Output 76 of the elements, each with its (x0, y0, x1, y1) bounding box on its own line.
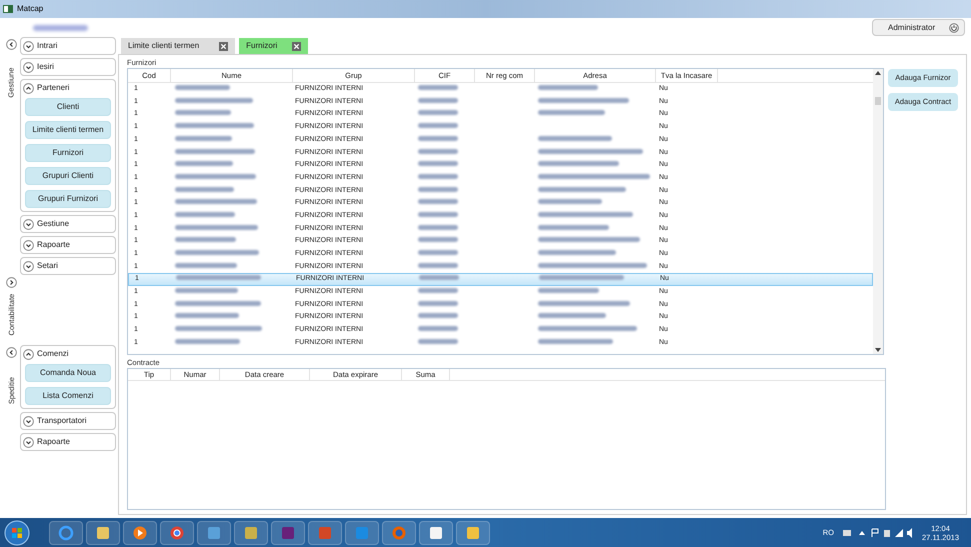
chevron-down-icon[interactable] (23, 416, 34, 426)
tab[interactable]: Limite clienti termen (121, 38, 236, 54)
blurred-text (418, 326, 458, 332)
section-header[interactable]: Parteneri (37, 82, 70, 94)
tab[interactable]: Furnizori (239, 38, 308, 54)
nav-button[interactable]: Grupuri Clienti (25, 167, 111, 185)
blurred-text (418, 250, 458, 256)
window-title: Matcap (17, 3, 44, 15)
blurred-text (418, 338, 458, 344)
blurred-text (418, 123, 458, 128)
blurred-text (418, 110, 458, 116)
section-header[interactable]: Transportatori (37, 415, 86, 427)
user-button[interactable]: Administrator (872, 19, 965, 36)
blurred-text (175, 212, 235, 217)
blurred-text (418, 199, 458, 204)
scrollbar[interactable] (873, 69, 883, 354)
blurred-text (418, 224, 458, 230)
section-header[interactable]: Iesiri (37, 61, 54, 73)
scroll-down-icon[interactable] (875, 348, 881, 352)
section-header[interactable]: Intrari (37, 40, 58, 52)
chevron-down-icon[interactable] (23, 260, 34, 272)
blurred-text (175, 110, 231, 116)
app-icon (3, 5, 13, 13)
blurred-text (418, 174, 458, 179)
blurred-text (175, 85, 230, 90)
chevron-down-icon[interactable] (23, 62, 34, 72)
chevron-down-icon[interactable] (23, 436, 34, 448)
blurred-text (418, 148, 458, 154)
chevron-down-icon[interactable] (23, 40, 34, 52)
nav-button[interactable]: Grupuri Furnizori (25, 190, 111, 208)
nav-button[interactable]: Lista Comenzi (25, 387, 111, 405)
section-header[interactable]: Comenzi (37, 348, 69, 360)
blurred-text (418, 98, 458, 103)
blurred-text (175, 136, 232, 141)
nav-button[interactable]: Clienti (25, 98, 111, 116)
blurred-text (175, 237, 236, 242)
chevron-left-icon[interactable] (6, 347, 17, 358)
blurred-text (418, 85, 458, 90)
chevron-up-icon[interactable] (23, 82, 34, 94)
chevron-left-icon[interactable] (6, 39, 17, 50)
scroll-up-icon[interactable] (875, 71, 881, 75)
section-header[interactable]: Gestiune (37, 218, 70, 230)
blurred-text (418, 212, 458, 217)
blurred-text (175, 288, 238, 294)
chevron-down-icon[interactable] (23, 218, 34, 230)
blurred-text (419, 275, 459, 280)
nav-button[interactable]: Furnizori (25, 144, 111, 162)
blurred-text (418, 161, 458, 166)
blurred-text (418, 288, 458, 294)
blurred-company-name (33, 24, 88, 30)
close-icon[interactable] (292, 42, 302, 50)
tray-icons-drawing[interactable] (843, 528, 914, 538)
section-header[interactable]: Rapoarte (37, 239, 70, 251)
power-icon (949, 22, 959, 32)
chevron-up-icon[interactable] (23, 348, 34, 360)
blurred-text (418, 186, 458, 192)
scroll-thumb[interactable] (875, 97, 881, 105)
blurred-text (418, 237, 458, 242)
blurred-text (175, 186, 234, 192)
blurred-text (418, 313, 458, 318)
blurred-text (175, 313, 239, 318)
nav-button[interactable]: Comanda Noua (25, 364, 111, 382)
nav-button[interactable]: Limite clienti termen (25, 121, 111, 139)
chevron-down-icon[interactable] (23, 240, 34, 250)
close-icon[interactable] (219, 42, 228, 50)
blurred-text (175, 338, 240, 344)
blurred-text (418, 300, 458, 306)
blurred-text (418, 136, 458, 141)
start-button-icon[interactable] (4, 520, 30, 546)
blurred-text (175, 262, 237, 268)
chevron-right-icon[interactable] (6, 277, 17, 288)
play-icon[interactable] (123, 520, 157, 544)
section-header[interactable]: Rapoarte (37, 436, 70, 448)
blurred-text (418, 262, 458, 268)
section-header[interactable]: Setari (37, 260, 58, 272)
blurred-text (175, 161, 233, 166)
